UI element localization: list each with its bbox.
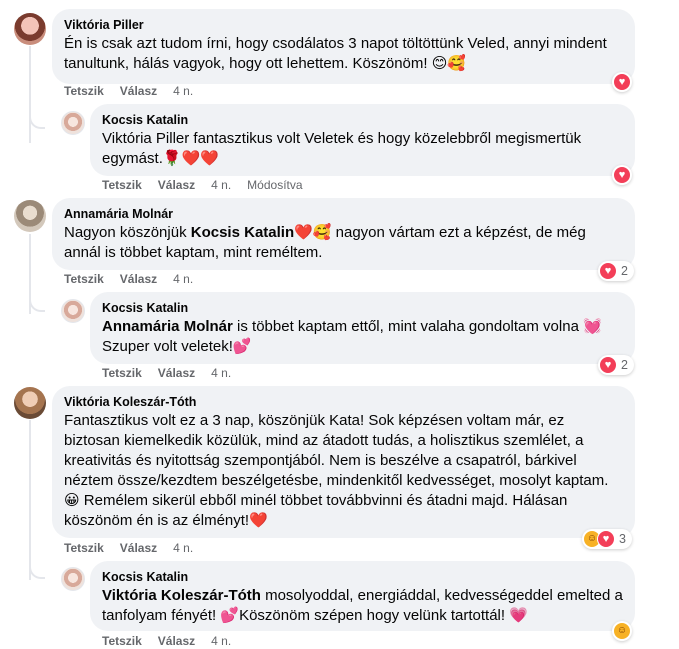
heart-icon: ♥: [599, 262, 617, 280]
reply-button[interactable]: Válasz: [158, 365, 195, 381]
care-emoji-icon: ☺: [613, 622, 631, 640]
thread-connector: [29, 294, 45, 312]
comment-text: Fantasztikus volt ez a 3 nap, köszönjük …: [64, 412, 609, 529]
like-button[interactable]: Tetszik: [64, 540, 104, 556]
heart-icon: ♥: [597, 530, 615, 548]
reply-button[interactable]: Válasz: [158, 633, 195, 649]
comment-timestamp[interactable]: 4 n.: [173, 271, 193, 287]
comment-text: Viktória Koleszár-Tóth mosolyoddal, ener…: [102, 586, 623, 626]
thread-line: [29, 46, 31, 143]
thread-connector: [29, 111, 45, 129]
reaction-badge[interactable]: ♥: [612, 165, 632, 185]
comment-timestamp[interactable]: 4 n.: [211, 177, 231, 193]
like-button[interactable]: Tetszik: [64, 83, 104, 99]
comment-timestamp[interactable]: 4 n.: [173, 83, 193, 99]
mention-link[interactable]: Kocsis Katalin: [191, 224, 294, 241]
comment-timestamp[interactable]: 4 n.: [173, 540, 193, 556]
mention-link[interactable]: Annamária Molnár: [102, 318, 233, 335]
avatar[interactable]: [61, 299, 85, 323]
comment-bubble: Kocsis Katalin Annamária Molnár is többe…: [90, 292, 635, 364]
reaction-count: 2: [621, 264, 628, 278]
reply-button[interactable]: Válasz: [158, 177, 195, 193]
comment-text: Annamária Molnár is többet kaptam ettől,…: [102, 317, 623, 357]
comment-author[interactable]: Kocsis Katalin: [102, 112, 623, 128]
like-button[interactable]: Tetszik: [102, 633, 142, 649]
edited-label[interactable]: Módosítva: [247, 177, 302, 193]
heart-icon: ♥: [613, 73, 631, 91]
comment-text: Viktória Piller fantasztikus volt Velete…: [102, 130, 582, 167]
comment-text: Nagyon köszönjük Kocsis Katalin❤️🥰 nagyo…: [64, 223, 623, 263]
like-button[interactable]: Tetszik: [102, 177, 142, 193]
avatar[interactable]: [14, 387, 46, 419]
reply-button[interactable]: Válasz: [120, 271, 157, 287]
reaction-badge[interactable]: ♥: [612, 72, 632, 92]
comment-author[interactable]: Kocsis Katalin: [102, 569, 623, 585]
avatar[interactable]: [61, 567, 85, 591]
comment-bubble: Kocsis Katalin Viktória Piller fantaszti…: [90, 104, 635, 176]
comment-bubble: Annamária Molnár Nagyon köszönjük Kocsis…: [52, 198, 635, 270]
heart-icon: ♥: [599, 356, 617, 374]
reaction-badge[interactable]: ☺ ♥ 3: [582, 529, 632, 549]
thread-connector: [29, 561, 45, 579]
comment-text: Én is csak azt tudom írni, hogy csodálat…: [64, 35, 607, 72]
like-button[interactable]: Tetszik: [102, 365, 142, 381]
comment-actions: Tetszik Válasz 4 n.: [64, 271, 209, 287]
comment-author[interactable]: Viktória Koleszár-Tóth: [64, 394, 623, 410]
reaction-count: 2: [621, 358, 628, 372]
comment-bubble: Viktória Koleszár-Tóth Fantasztikus volt…: [52, 386, 635, 538]
thread-line: [29, 420, 31, 580]
like-button[interactable]: Tetszik: [64, 271, 104, 287]
reply-button[interactable]: Válasz: [120, 83, 157, 99]
comment-timestamp[interactable]: 4 n.: [211, 633, 231, 649]
reply-button[interactable]: Válasz: [120, 540, 157, 556]
avatar[interactable]: [14, 13, 46, 45]
avatar[interactable]: [14, 200, 46, 232]
comment-bubble: Kocsis Katalin Viktória Koleszár-Tóth mo…: [90, 561, 635, 631]
text-fragment: Nagyon köszönjük: [64, 224, 191, 241]
comment-actions: Tetszik Válasz 4 n. Módosítva: [102, 177, 319, 193]
reaction-count: 3: [619, 532, 626, 546]
reaction-badge[interactable]: ☺: [612, 621, 632, 641]
comment-author[interactable]: Viktória Piller: [64, 17, 623, 33]
heart-icon: ♥: [613, 166, 631, 184]
reaction-badge[interactable]: ♥ 2: [598, 261, 634, 281]
comment-actions: Tetszik Válasz 4 n.: [64, 83, 209, 99]
mention-link[interactable]: Viktória Koleszár-Tóth: [102, 587, 261, 604]
comment-timestamp[interactable]: 4 n.: [211, 365, 231, 381]
comment-actions: Tetszik Válasz 4 n.: [102, 365, 247, 381]
comment-actions: Tetszik Válasz 4 n.: [64, 540, 209, 556]
comment-actions: Tetszik Válasz 4 n.: [102, 633, 247, 649]
avatar[interactable]: [61, 111, 85, 135]
comment-author[interactable]: Annamária Molnár: [64, 206, 623, 222]
reaction-badge[interactable]: ♥ 2: [598, 355, 634, 375]
comment-bubble: Viktória Piller Én is csak azt tudom írn…: [52, 9, 635, 84]
comment-author[interactable]: Kocsis Katalin: [102, 300, 623, 316]
